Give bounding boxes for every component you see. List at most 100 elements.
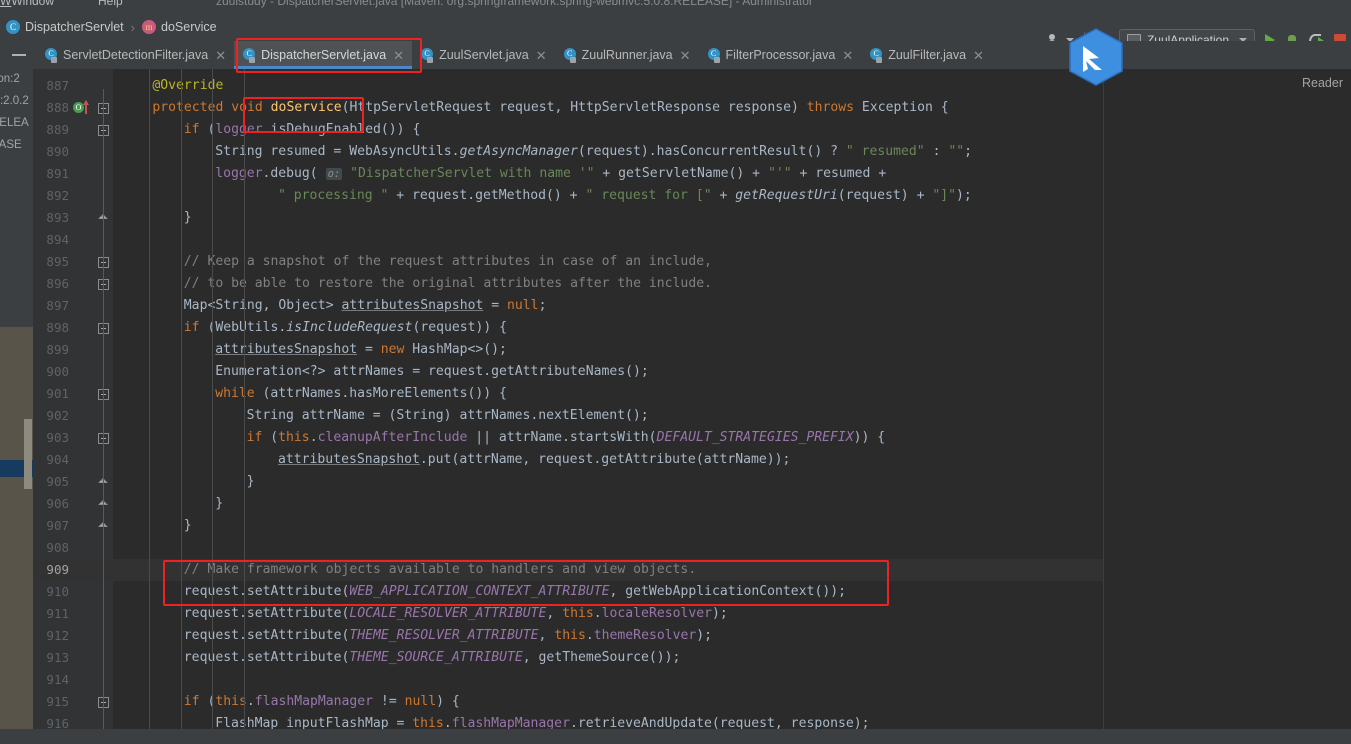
code-line[interactable]: attributesSnapshot = new HashMap<>(); bbox=[113, 339, 507, 361]
project-panel-lower bbox=[0, 327, 33, 744]
code-line[interactable]: logger.debug( o: "DispatcherServlet with… bbox=[113, 163, 886, 185]
line-number: 904 bbox=[46, 452, 69, 467]
indent-guide bbox=[243, 69, 245, 729]
line-number: 898 bbox=[46, 320, 69, 335]
close-icon[interactable]: ✕ bbox=[393, 49, 404, 62]
breadcrumb-class[interactable]: DispatcherServlet bbox=[25, 20, 124, 34]
code-line[interactable]: Map<String, Object> attributesSnapshot =… bbox=[113, 295, 547, 317]
editor-right-margin: Reader bbox=[1103, 69, 1351, 729]
code-line[interactable]: if (this.cleanupAfterInclude || attrName… bbox=[113, 427, 886, 449]
line-number: 890 bbox=[46, 144, 69, 159]
indent-guide bbox=[149, 69, 151, 729]
code-line[interactable] bbox=[113, 669, 129, 691]
line-number: 908 bbox=[46, 540, 69, 555]
code-line[interactable]: } bbox=[113, 493, 223, 515]
java-class-file-icon bbox=[45, 48, 58, 63]
menu-item-help[interactable]: Help bbox=[98, 0, 145, 8]
code-editor[interactable]: 887 888 889 890 891 892 893 894 895 896 897 898 899 9… bbox=[33, 69, 1351, 729]
code-line[interactable]: while (attrNames.hasMoreElements()) { bbox=[113, 383, 507, 405]
line-number: 909 bbox=[46, 562, 69, 577]
line-number: 889 bbox=[46, 122, 69, 137]
line-number: 897 bbox=[46, 298, 69, 313]
code-line[interactable]: String attrName = (String) attrNames.nex… bbox=[113, 405, 649, 427]
code-line[interactable]: protected void doService(HttpServletRequ… bbox=[113, 97, 948, 119]
indent-guide bbox=[180, 69, 182, 729]
code-content[interactable]: @Override protected void doService(HttpSe… bbox=[113, 69, 1103, 729]
code-line[interactable]: if (logger.isDebugEnabled()) { bbox=[113, 119, 421, 141]
code-line[interactable]: attributesSnapshot.put(attrName, request… bbox=[113, 449, 790, 471]
close-icon[interactable]: ✕ bbox=[536, 49, 547, 62]
project-item-fragment[interactable]: RELEA bbox=[0, 117, 29, 129]
project-item-fragment[interactable]: bon:2 bbox=[0, 73, 20, 85]
code-line[interactable] bbox=[113, 229, 129, 251]
editor-tab-zuulfilter[interactable]: ZuulFilter.java ✕ bbox=[861, 41, 992, 69]
editor-tab-bar: ServletDetectionFilter.java ✕ Dispatcher… bbox=[0, 41, 1351, 69]
tab-label: DispatcherServlet.java bbox=[261, 48, 387, 62]
tab-label: FilterProcessor.java bbox=[725, 48, 836, 62]
project-item-fragment[interactable]: EASE bbox=[0, 139, 22, 151]
java-class-file-icon bbox=[421, 48, 434, 63]
close-icon[interactable]: ✕ bbox=[973, 49, 984, 62]
close-icon[interactable]: ✕ bbox=[215, 49, 226, 62]
tab-label: ZuulRunner.java bbox=[581, 48, 673, 62]
line-number: 913 bbox=[46, 650, 69, 665]
breadcrumb-method[interactable]: doService bbox=[161, 20, 217, 34]
code-line[interactable]: if (WebUtils.isIncludeRequest(request)) … bbox=[113, 317, 507, 339]
code-line[interactable]: // Keep a snapshot of the request attrib… bbox=[113, 251, 712, 273]
code-line[interactable]: if (this.flashMapManager != null) { bbox=[113, 691, 460, 713]
code-line[interactable]: // to be able to restore the original at… bbox=[113, 273, 712, 295]
menu-bar[interactable]: WWindow Help bbox=[0, 0, 167, 8]
code-line[interactable]: // Make framework objects available to h… bbox=[113, 559, 696, 581]
line-number: 915 bbox=[46, 694, 69, 709]
project-panel-strip[interactable]: bon:2 nl:2.0.2 RELEA EASE E bbox=[0, 69, 33, 744]
overrides-method-icon[interactable] bbox=[73, 100, 93, 115]
code-line[interactable]: " processing " + request.getMethod() + "… bbox=[113, 185, 972, 207]
java-class-file-icon bbox=[707, 48, 721, 63]
close-icon[interactable]: ✕ bbox=[842, 49, 853, 62]
fold-connector-line bbox=[103, 89, 104, 729]
breadcrumb: C DispatcherServlet › m doService bbox=[6, 13, 217, 41]
indent-guide bbox=[212, 69, 214, 729]
editor-tab-zuulservlet[interactable]: ZuulServlet.java ✕ bbox=[412, 41, 555, 69]
close-icon[interactable]: ✕ bbox=[680, 49, 691, 62]
java-class-file-icon bbox=[243, 48, 256, 63]
method-icon: m bbox=[142, 20, 156, 34]
reader-mode-label[interactable]: Reader bbox=[1302, 76, 1343, 90]
line-number: 895 bbox=[46, 254, 69, 269]
breadcrumb-separator: › bbox=[130, 19, 135, 35]
line-number: 896 bbox=[46, 276, 69, 291]
class-icon: C bbox=[6, 20, 20, 34]
project-panel-scrollbar[interactable] bbox=[24, 419, 32, 489]
code-line[interactable]: FlashMap inputFlashMap = this.flashMapMa… bbox=[113, 713, 869, 729]
editor-tab-filterprocessor[interactable]: FilterProcessor.java ✕ bbox=[698, 41, 862, 69]
java-class-file-icon bbox=[563, 48, 577, 63]
line-number: 891 bbox=[46, 166, 69, 181]
menu-item-window[interactable]: WWindow bbox=[0, 0, 76, 8]
editor-tab-dispatcherservlet[interactable]: DispatcherServlet.java ✕ bbox=[234, 41, 413, 69]
editor-tab-servletdetectionfilter[interactable]: ServletDetectionFilter.java ✕ bbox=[36, 41, 235, 69]
code-line[interactable]: } bbox=[113, 471, 255, 493]
code-line[interactable]: request.setAttribute(THEME_SOURCE_ATTRIB… bbox=[113, 647, 681, 669]
line-number: 916 bbox=[46, 716, 69, 729]
line-number: 893 bbox=[46, 210, 69, 225]
code-line[interactable]: request.setAttribute(WEB_APPLICATION_CON… bbox=[113, 581, 846, 603]
line-number: 910 bbox=[46, 584, 69, 599]
editor-tab-zuulrunner[interactable]: ZuulRunner.java ✕ bbox=[554, 41, 699, 69]
line-number: 901 bbox=[46, 386, 69, 401]
code-line[interactable]: String resumed = WebAsyncUtils.getAsyncM… bbox=[113, 141, 972, 163]
status-bar bbox=[0, 729, 1351, 744]
window-title: zuulstudy - DispatcherServlet.java [Mave… bbox=[216, 0, 813, 8]
hide-tabs-button[interactable] bbox=[8, 41, 30, 69]
code-line[interactable]: @Override bbox=[113, 75, 223, 97]
code-line[interactable]: Enumeration<?> attrNames = request.getAt… bbox=[113, 361, 649, 383]
title-bar: WWindow Help zuulstudy - DispatcherServle… bbox=[0, 0, 1351, 13]
line-number: 907 bbox=[46, 518, 69, 533]
code-line[interactable]: request.setAttribute(LOCALE_RESOLVER_ATT… bbox=[113, 603, 728, 625]
code-line[interactable] bbox=[113, 537, 129, 559]
editor-gutter[interactable]: 887 888 889 890 891 892 893 894 895 896 897 898 899 9… bbox=[33, 69, 113, 729]
project-item-fragment[interactable]: nl:2.0.2 bbox=[0, 95, 29, 107]
line-number: 888 bbox=[46, 100, 69, 115]
line-number: 887 bbox=[46, 78, 69, 93]
code-line[interactable]: request.setAttribute(THEME_RESOLVER_ATTR… bbox=[113, 625, 712, 647]
line-number: 912 bbox=[46, 628, 69, 643]
